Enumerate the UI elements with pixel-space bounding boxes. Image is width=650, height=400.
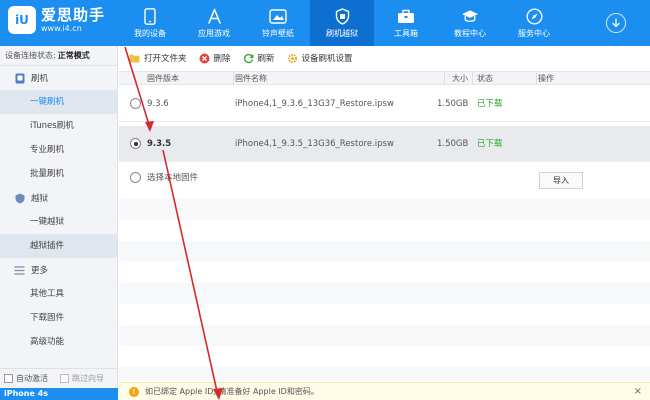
sidebar-item-one-click-flash[interactable]: 一键刷机	[0, 90, 117, 114]
gear-icon	[287, 53, 298, 64]
col-status: 状态	[477, 72, 537, 85]
device-status-value: 正常模式	[57, 51, 90, 60]
firmware-name: iPhone4,1_9.3.6_13G37_Restore.ipsw	[235, 99, 394, 109]
device-name: iPhone 4s	[0, 388, 118, 400]
ringtone-wallpaper-icon	[269, 7, 287, 25]
nav-apps-games[interactable]: 应用游戏	[182, 0, 246, 46]
graduation-cap-icon	[461, 7, 479, 25]
app-store-icon	[205, 7, 223, 25]
toolbox-icon	[397, 7, 415, 25]
sidebar-item-pro-flash[interactable]: 专业刷机	[0, 138, 117, 162]
sidebar-item-other-tools[interactable]: 其他工具	[0, 282, 117, 306]
table-row[interactable]: 9.3.5 iPhone4,1_9.3.5_13G36_Restore.ipsw…	[119, 126, 650, 162]
sidebar: 设备连接状态: 正常模式 刷机 一键刷机 iTunes刷机 专业刷机 批量刷机 越…	[0, 46, 118, 400]
sidebar-item-download-firmware[interactable]: 下载固件	[0, 306, 117, 330]
col-action: 操作	[538, 74, 554, 83]
phone-icon	[14, 73, 25, 84]
sidebar-item-jailbreak-plugins[interactable]: 越狱插件	[0, 234, 117, 258]
firmware-size: 1.50GB	[437, 99, 469, 109]
delete-button[interactable]: 删除	[199, 52, 231, 64]
open-folder-button[interactable]: 打开文件夹	[129, 52, 187, 64]
top-bar: iU 爱思助手 www.i4.cn 我的设备 应用游戏 铃声壁纸 刷机越狱 工具…	[0, 0, 650, 46]
auto-activate-checkbox[interactable]	[4, 374, 13, 383]
skip-guide-label: 跳过向导	[72, 374, 104, 383]
sidebar-group-jailbreak[interactable]: 越狱	[0, 186, 117, 210]
nav-ringtones-wallpapers[interactable]: 铃声壁纸	[246, 0, 310, 46]
jailbreak-icon	[14, 193, 25, 204]
delete-icon	[199, 53, 210, 64]
compass-icon	[525, 7, 543, 25]
firmware-name: iPhone4,1_9.3.5_13G36_Restore.ipsw	[235, 139, 394, 149]
close-icon[interactable]: ×	[634, 386, 642, 397]
sidebar-item-one-click-jailbreak[interactable]: 一键越狱	[0, 210, 117, 234]
firmware-status: 已下载	[477, 139, 503, 149]
arrow-down-icon	[612, 18, 620, 28]
menu-icon	[14, 265, 25, 276]
refresh-icon	[243, 53, 254, 64]
shield-icon	[333, 7, 351, 25]
sidebar-group-flash[interactable]: 刷机	[0, 66, 117, 90]
refresh-button[interactable]: 刷新	[243, 52, 275, 64]
folder-icon	[129, 53, 140, 64]
toolbar: 打开文件夹 删除 刷新 设备刷机设置	[119, 46, 650, 70]
nav-service-center[interactable]: 服务中心	[502, 0, 566, 46]
firmware-version: 9.3.6	[147, 99, 169, 109]
firmware-status: 已下载	[477, 99, 503, 109]
notice-bar: ! 如已绑定 Apple ID, 请准备好 Apple ID和密码。 ×	[119, 382, 650, 400]
main-panel: 打开文件夹 删除 刷新 设备刷机设置 固件版本 固件名称 大小 状态 操作 9.…	[119, 46, 650, 400]
firmware-size: 1.50GB	[437, 139, 469, 149]
col-name: 固件名称	[235, 72, 445, 85]
sidebar-group-more[interactable]: 更多	[0, 258, 117, 282]
nav-flash-jailbreak[interactable]: 刷机越狱	[310, 0, 374, 46]
import-button[interactable]: 导入	[539, 172, 583, 189]
device-status: 设备连接状态: 正常模式	[0, 46, 117, 66]
sidebar-item-itunes-flash[interactable]: iTunes刷机	[0, 114, 117, 138]
skip-guide-checkbox[interactable]	[60, 374, 69, 383]
nav-tutorial-center[interactable]: 教程中心	[438, 0, 502, 46]
main-nav: 我的设备 应用游戏 铃声壁纸 刷机越狱 工具箱 教程中心 服务中心	[118, 0, 566, 46]
app-url: www.i4.cn	[41, 23, 82, 33]
local-firmware-label: 选择本地固件	[147, 173, 199, 183]
local-firmware-radio[interactable]	[130, 172, 141, 183]
firmware-radio[interactable]	[130, 98, 141, 109]
col-size: 大小	[445, 72, 473, 85]
sidebar-footer: 自动激活 跳过向导	[0, 368, 118, 388]
auto-activate-label: 自动激活	[16, 374, 48, 383]
table-header: 固件版本 固件名称 大小 状态 操作	[119, 71, 650, 85]
phone-icon	[141, 7, 159, 25]
nav-my-device[interactable]: 我的设备	[118, 0, 182, 46]
app-logo: iU 爱思助手 www.i4.cn	[8, 6, 105, 34]
sidebar-item-advanced[interactable]: 高级功能	[0, 330, 117, 354]
info-icon: !	[129, 386, 139, 397]
sidebar-item-batch-flash[interactable]: 批量刷机	[0, 162, 117, 186]
table-row[interactable]: 9.3.6 iPhone4,1_9.3.6_13G37_Restore.ipsw…	[119, 86, 650, 122]
app-name: 爱思助手	[41, 5, 106, 24]
download-button[interactable]	[606, 13, 626, 33]
notice-text: 如已绑定 Apple ID, 请准备好 Apple ID和密码。	[145, 387, 319, 396]
firmware-version: 9.3.5	[147, 139, 172, 149]
col-version: 固件版本	[147, 72, 234, 85]
flash-settings-button[interactable]: 设备刷机设置	[287, 52, 353, 64]
firmware-radio[interactable]	[130, 138, 141, 149]
nav-toolbox[interactable]: 工具箱	[374, 0, 438, 46]
logo-badge: iU	[8, 6, 36, 34]
